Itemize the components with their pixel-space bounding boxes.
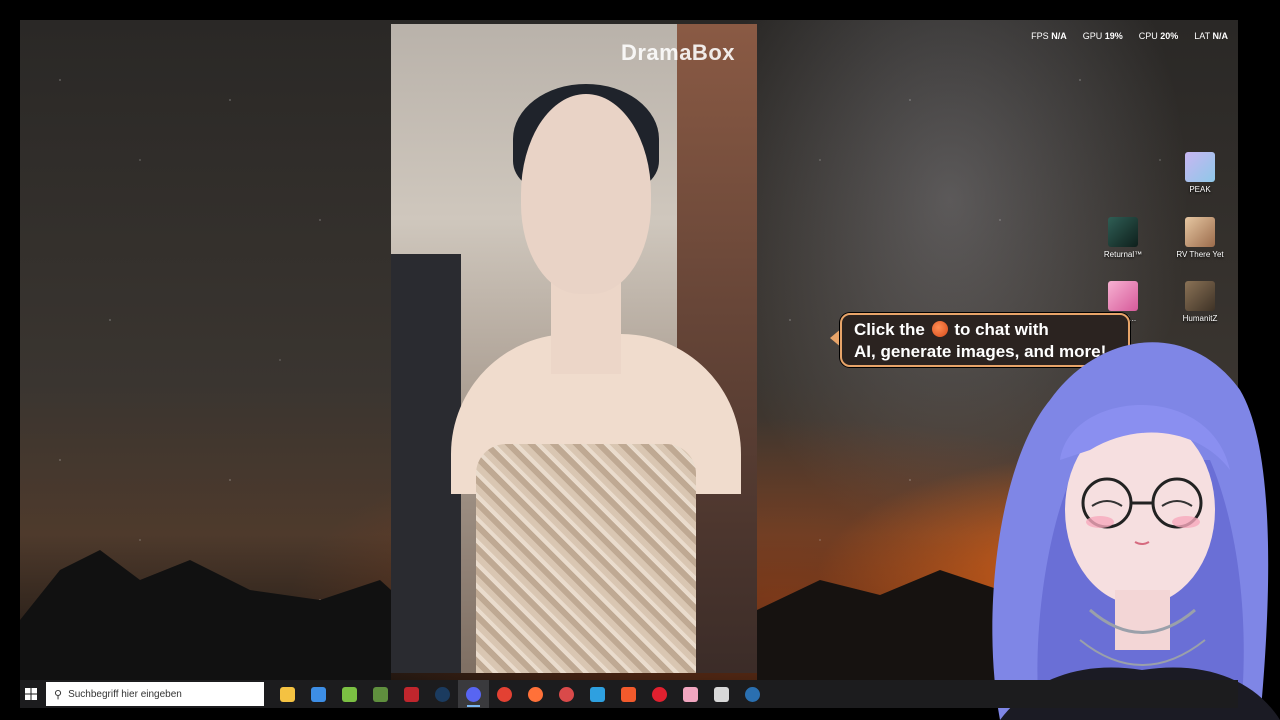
sequin-dress <box>476 444 696 673</box>
taskbar-app-button[interactable] <box>303 680 334 708</box>
taskbar-app-button[interactable] <box>489 680 520 708</box>
store-icon <box>311 686 326 702</box>
taskbar-app-button[interactable] <box>551 680 582 708</box>
search-placeholder: Suchbegriff hier eingeben <box>68 688 182 700</box>
vtuber-avatar[interactable] <box>940 310 1280 720</box>
desktop-icon-rv-there-yet[interactable]: RV There Yet <box>1170 217 1230 259</box>
fps-readout: FPS N/A <box>1031 31 1067 41</box>
dramabox-watermark: DramaBox <box>620 40 735 65</box>
rv-there-yet-icon <box>1185 217 1215 247</box>
taskbar-app-button[interactable] <box>706 680 737 708</box>
taskbar-app-button[interactable] <box>520 680 551 708</box>
humanitz-icon <box>1185 281 1215 311</box>
taskbar-app-button[interactable] <box>334 680 365 708</box>
performance-overlay: FPS N/A GPU 19% CPU 20% LAT N/A <box>1031 31 1228 41</box>
video-player[interactable]: DramaBox <box>391 24 757 673</box>
vr-icon <box>714 686 729 702</box>
gpu-readout: GPU 19% <box>1082 31 1123 41</box>
android-studio-icon <box>342 686 357 702</box>
brave-icon <box>621 686 636 702</box>
taskbar: ⚲ Suchbegriff hier eingeben <box>20 680 1238 708</box>
windows-logo-icon <box>25 688 37 700</box>
taskbar-pinned-apps <box>272 680 768 708</box>
taskbar-app-button[interactable] <box>396 680 427 708</box>
taskbar-app-button[interactable] <box>675 680 706 708</box>
steam-small-icon <box>745 686 760 702</box>
taskbar-app-button[interactable] <box>613 680 644 708</box>
chrome-icon <box>497 686 512 702</box>
search-icon: ⚲ <box>54 688 63 701</box>
speedometer-icon <box>559 686 574 702</box>
heart-game-icon <box>1108 281 1138 311</box>
cpu-readout: CPU 20% <box>1138 31 1179 41</box>
taskbar-app-button[interactable] <box>365 680 396 708</box>
returnal-icon <box>1108 217 1138 247</box>
taskbar-app-button[interactable] <box>582 680 613 708</box>
desktop-icon-peak[interactable]: PEAK <box>1170 152 1230 194</box>
taskbar-app-button[interactable] <box>644 680 675 708</box>
steam-icon <box>435 686 450 702</box>
peak-icon <box>1185 152 1215 182</box>
discord-icon <box>466 686 481 702</box>
opera-icon <box>652 686 667 702</box>
minecraft-icon <box>373 686 388 702</box>
taskbar-app-button[interactable] <box>272 680 303 708</box>
file-explorer-icon <box>280 686 295 702</box>
firefox-icon <box>528 686 543 702</box>
taskbar-app-button[interactable] <box>737 680 768 708</box>
taskbar-search-box[interactable]: ⚲ Suchbegriff hier eingeben <box>46 682 264 706</box>
desktop-icon-returnal[interactable]: Returnal™ <box>1093 217 1153 259</box>
actress-face <box>521 94 651 294</box>
sync-icon <box>590 686 605 702</box>
latency-readout: LAT N/A <box>1194 31 1228 41</box>
game-launcher-icon <box>404 686 419 702</box>
start-button[interactable] <box>20 680 42 708</box>
taskbar-app-button[interactable] <box>427 680 458 708</box>
photo-app-icon <box>683 686 698 702</box>
taskbar-app-button[interactable] <box>458 680 489 708</box>
